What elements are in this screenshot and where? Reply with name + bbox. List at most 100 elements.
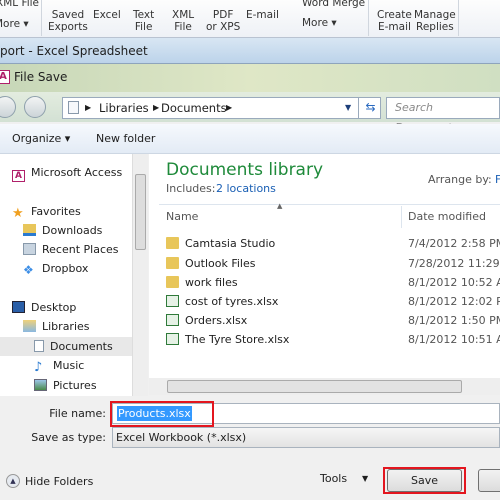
nav-label: Pictures: [53, 379, 97, 392]
library-title: Documents library: [166, 160, 324, 180]
nav-label: Downloads: [42, 224, 103, 237]
ribbon-saved-exports[interactable]: Saved Exports: [48, 9, 88, 33]
nav-item-microsoft-access[interactable]: A Microsoft Access: [12, 163, 144, 182]
file-name: Outlook Files: [185, 257, 256, 270]
cancel-button[interactable]: [478, 469, 500, 492]
scrollbar-thumb[interactable]: [167, 380, 462, 393]
file-name: The Tyre Store.xlsx: [185, 333, 290, 346]
horizontal-scrollbar[interactable]: [149, 378, 500, 395]
breadcrumb-documents[interactable]: Documents: [161, 98, 227, 118]
ribbon-more-1[interactable]: More ▾: [0, 18, 29, 30]
recent-places-icon: [23, 243, 36, 255]
nav-label: Desktop: [31, 301, 77, 314]
file-date: 8/1/2012 10:52 AM: [408, 276, 500, 289]
ribbon-manage-replies[interactable]: Manage Replies: [414, 9, 456, 33]
file-name: work files: [185, 276, 238, 289]
arrange-by-dropdown[interactable]: F: [495, 173, 500, 186]
nav-pane-scrollbar[interactable]: [132, 154, 148, 396]
organize-button[interactable]: Organize ▾: [12, 132, 70, 145]
breadcrumb-arrow-icon: ▶: [153, 103, 160, 112]
file-name-label: File name:: [49, 407, 106, 420]
documents-icon: [34, 340, 44, 352]
breadcrumb-libraries[interactable]: Libraries: [99, 98, 149, 118]
column-header-name[interactable]: Name: [166, 210, 198, 223]
folder-icon: [166, 237, 179, 249]
nav-label: Dropbox: [42, 262, 89, 275]
file-name: cost of tyres.xlsx: [185, 295, 279, 308]
pictures-icon: [34, 379, 47, 391]
dialog-title: File Save: [14, 70, 68, 84]
excel-file-icon: [166, 295, 179, 307]
nav-item-documents[interactable]: Documents: [0, 337, 132, 356]
nav-item-favorites[interactable]: ★ Favorites: [12, 202, 144, 221]
forward-button[interactable]: [24, 96, 46, 118]
search-input[interactable]: Search Documents: [386, 97, 500, 134]
ribbon-more-2[interactable]: More ▾: [302, 17, 337, 29]
ribbon-word-merge[interactable]: Word Merge: [302, 0, 365, 9]
libraries-icon: [23, 320, 36, 332]
access-app-icon: A: [0, 70, 10, 84]
outer-window-title: port - Excel Spreadsheet: [0, 38, 500, 64]
desktop-icon: [12, 301, 25, 313]
ribbon-create-email[interactable]: Create E-mail: [377, 9, 412, 33]
nav-item-desktop[interactable]: Desktop: [12, 298, 144, 317]
file-row[interactable]: work files 8/1/2012 10:52 AM: [166, 273, 500, 292]
folder-icon: [166, 276, 179, 288]
arrange-by-label: Arrange by:: [428, 173, 492, 186]
refresh-icon[interactable]: ⇆: [358, 97, 382, 119]
file-row[interactable]: Camtasia Studio 7/4/2012 2:58 PM: [166, 234, 500, 253]
breadcrumb-arrow-icon: ▶: [85, 103, 92, 112]
nav-label: Music: [53, 359, 85, 372]
folder-icon: [166, 257, 179, 269]
ribbon-text-file[interactable]: Text File: [133, 9, 154, 33]
file-row[interactable]: The Tyre Store.xlsx 8/1/2012 10:51 AM: [166, 330, 500, 349]
file-date: 7/28/2012 11:29 AM: [408, 257, 500, 270]
excel-file-icon: [166, 333, 179, 345]
ribbon-email[interactable]: E-mail: [246, 9, 279, 21]
save-as-type-label: Save as type:: [31, 431, 106, 444]
ribbon-xml-file[interactable]: XML File: [0, 0, 39, 9]
sort-arrow-icon: ▲: [277, 202, 283, 210]
ribbon-pdf-xps[interactable]: PDF or XPS: [206, 9, 240, 33]
highlight-box: [110, 401, 214, 427]
downloads-icon: [23, 224, 36, 236]
includes-label: Includes:: [166, 182, 216, 195]
file-list-pane: Documents library Includes: 2 locations …: [149, 154, 500, 378]
file-date: 8/1/2012 10:51 AM: [408, 333, 500, 346]
tools-button[interactable]: Tools: [320, 472, 347, 485]
documents-icon: [68, 101, 79, 114]
music-icon: ♪: [34, 360, 43, 375]
ribbon: XML File More ▾ Saved Exports Excel Text…: [0, 0, 500, 38]
highlight-box: [383, 467, 466, 494]
back-button[interactable]: [0, 96, 16, 118]
nav-label: Libraries: [42, 320, 90, 333]
file-date: 7/4/2012 2:58 PM: [408, 237, 500, 250]
hide-folders-button[interactable]: Hide Folders: [25, 475, 93, 488]
new-folder-button[interactable]: New folder: [96, 132, 155, 145]
file-row[interactable]: Orders.xlsx 8/1/2012 1:50 PM: [166, 311, 500, 330]
nav-label: Favorites: [31, 205, 81, 218]
dialog-toolbar: Organize ▾ New folder: [0, 124, 500, 154]
address-dropdown-icon[interactable]: ▼: [345, 98, 351, 118]
file-row[interactable]: Outlook Files 7/28/2012 11:29 AM: [166, 254, 500, 273]
file-date: 8/1/2012 12:02 PM: [408, 295, 500, 308]
nav-label: Microsoft Access: [31, 166, 123, 179]
nav-label: Documents: [50, 340, 113, 353]
file-name: Camtasia Studio: [185, 237, 276, 250]
ribbon-xml-file-2[interactable]: XML File: [172, 9, 194, 33]
tools-dropdown-icon[interactable]: ▼: [362, 474, 368, 483]
ribbon-excel[interactable]: Excel: [93, 9, 121, 21]
hide-folders-icon[interactable]: ▲: [6, 474, 20, 488]
save-as-type-select[interactable]: Excel Workbook (*.xlsx): [112, 427, 500, 448]
access-icon: A: [12, 170, 25, 182]
scrollbar-thumb[interactable]: [135, 174, 146, 250]
address-bar[interactable]: ▶ Libraries ▶ Documents ▶ ▼ ⇆: [62, 97, 381, 119]
locations-link[interactable]: 2 locations: [216, 182, 276, 195]
star-icon: ★: [12, 206, 24, 221]
excel-file-icon: [166, 314, 179, 326]
file-name: Orders.xlsx: [185, 314, 248, 327]
breadcrumb-arrow-icon: ▶: [226, 103, 233, 112]
nav-label: Recent Places: [42, 243, 119, 256]
file-row[interactable]: cost of tyres.xlsx 8/1/2012 12:02 PM: [166, 292, 500, 311]
column-header-date-modified[interactable]: Date modified: [408, 210, 486, 223]
